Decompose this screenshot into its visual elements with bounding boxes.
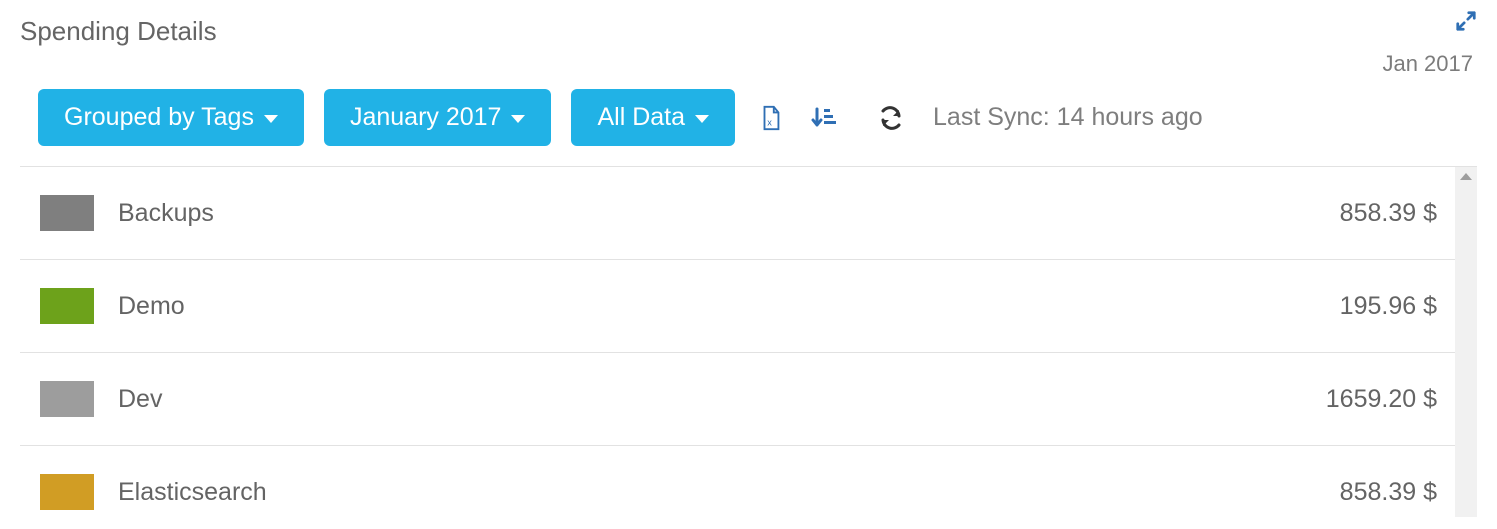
color-swatch (40, 381, 94, 417)
month-dropdown[interactable]: January 2017 (324, 89, 552, 146)
row-name: Demo (118, 292, 1340, 321)
toolbar: Grouped by Tags January 2017 All Data x (20, 83, 1477, 167)
color-swatch (40, 288, 94, 324)
group-by-label: Grouped by Tags (64, 103, 254, 132)
color-swatch (40, 195, 94, 231)
list-item[interactable]: Backups858.39 $ (20, 167, 1477, 260)
caret-down-icon (511, 115, 525, 123)
sort-button[interactable] (807, 101, 841, 135)
group-by-dropdown[interactable]: Grouped by Tags (38, 89, 304, 146)
row-name: Elasticsearch (118, 478, 1340, 507)
scope-label: All Data (597, 103, 685, 132)
caret-down-icon (695, 115, 709, 123)
row-name: Dev (118, 385, 1326, 414)
month-label: January 2017 (350, 103, 502, 132)
scroll-up-icon (1460, 173, 1472, 180)
row-name: Backups (118, 199, 1340, 228)
last-sync-label: Last Sync: 14 hours ago (933, 103, 1203, 132)
svg-text:x: x (767, 117, 772, 127)
caret-down-icon (264, 115, 278, 123)
date-stamp: Jan 2017 (1382, 51, 1477, 77)
refresh-button[interactable] (875, 102, 907, 134)
list-item[interactable]: Elasticsearch858.39 $ (20, 446, 1477, 517)
list-item[interactable]: Demo195.96 $ (20, 260, 1477, 353)
page-title: Spending Details (20, 10, 217, 47)
list-item[interactable]: Dev1659.20 $ (20, 353, 1477, 446)
scope-dropdown[interactable]: All Data (571, 89, 735, 146)
color-swatch (40, 474, 94, 510)
scrollbar[interactable] (1455, 167, 1477, 517)
spending-list: Backups858.39 $Demo195.96 $Dev1659.20 $E… (20, 167, 1477, 517)
export-excel-button[interactable]: x (755, 101, 787, 135)
expand-icon[interactable] (1455, 10, 1477, 37)
